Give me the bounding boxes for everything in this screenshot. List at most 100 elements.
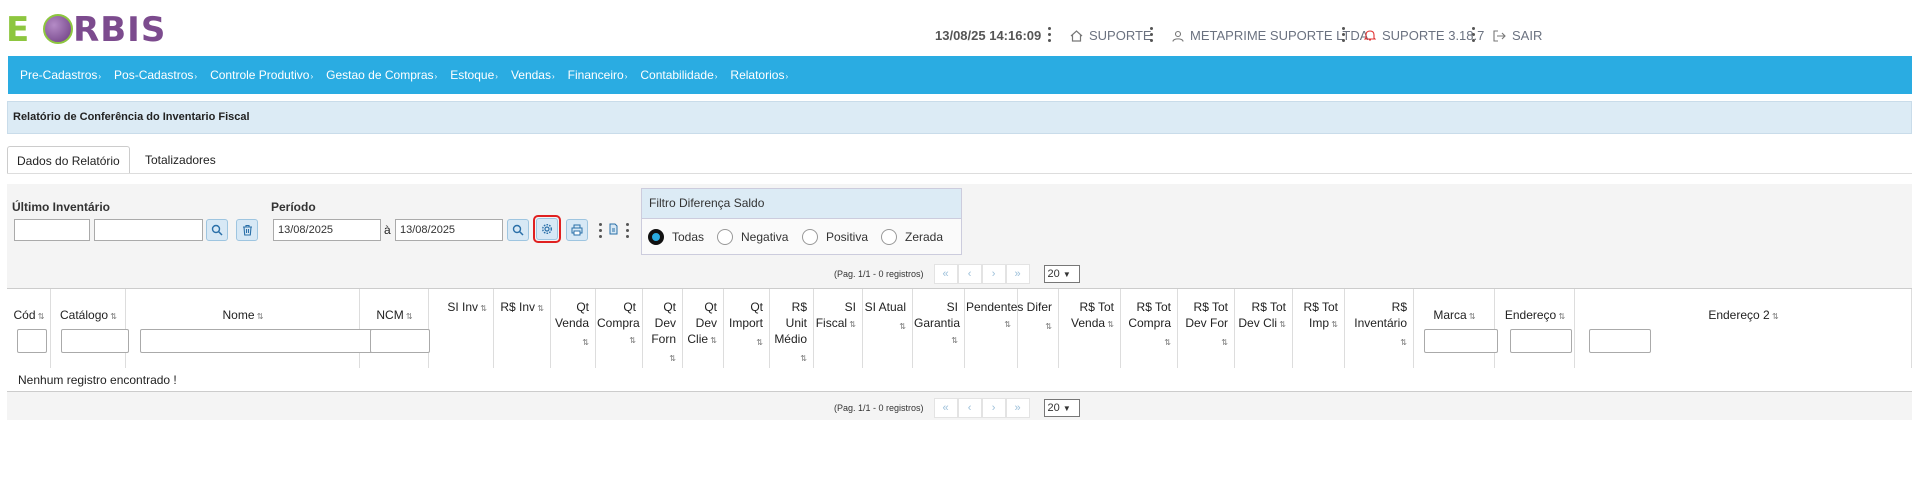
column-header[interactable]: R$ Unit Médio ⇅ bbox=[770, 289, 814, 369]
kebab-menu-icon[interactable] bbox=[599, 222, 603, 238]
sort-icon[interactable]: ⇅ bbox=[847, 320, 856, 329]
last-page-button[interactable]: » bbox=[1005, 264, 1030, 284]
date-from-input[interactable]: 13/08/2025 bbox=[273, 219, 381, 241]
sort-icon[interactable]: ⇅ bbox=[478, 304, 487, 313]
column-header[interactable]: Endereço ⇅ bbox=[1495, 289, 1575, 369]
column-header[interactable]: Cód ⇅ bbox=[7, 289, 51, 369]
radio-negativa[interactable]: Negativa bbox=[717, 229, 788, 245]
menu-item[interactable]: Financeiro› bbox=[568, 68, 628, 82]
kebab-menu-icon[interactable] bbox=[1048, 26, 1052, 42]
column-header[interactable]: Marca ⇅ bbox=[1414, 289, 1498, 369]
prev-page-button[interactable]: ‹ bbox=[957, 398, 982, 418]
sort-icon[interactable]: ⇅ bbox=[535, 304, 544, 313]
logout-link[interactable]: SAIR bbox=[1493, 28, 1542, 43]
kebab-menu-icon[interactable] bbox=[1472, 26, 1476, 42]
sort-icon[interactable]: ⇅ bbox=[669, 354, 676, 363]
column-header[interactable]: Qt Import ⇅ bbox=[724, 289, 770, 369]
sort-icon[interactable]: ⇅ bbox=[1770, 312, 1779, 321]
sort-icon[interactable]: ⇅ bbox=[951, 336, 958, 345]
column-header[interactable]: NCM ⇅ bbox=[360, 289, 430, 369]
column-header[interactable]: R$ Tot Imp ⇅ bbox=[1293, 289, 1345, 369]
column-header[interactable]: Catálogo ⇅ bbox=[51, 289, 129, 369]
column-filter-input[interactable] bbox=[1510, 329, 1572, 353]
radio-positiva[interactable]: Positiva bbox=[802, 229, 868, 245]
radio-zerada[interactable]: Zerada bbox=[881, 229, 943, 245]
column-filter-input[interactable] bbox=[1424, 329, 1498, 353]
column-header[interactable]: Pendentes ⇅ bbox=[965, 289, 1023, 369]
date-to-input[interactable]: 13/08/2025 bbox=[395, 219, 503, 241]
sort-icon[interactable]: ⇅ bbox=[708, 336, 717, 345]
support-link[interactable]: SUPORTE bbox=[1070, 28, 1152, 43]
column-header[interactable]: R$ Inventário ⇅ bbox=[1345, 289, 1414, 369]
menu-item[interactable]: Contabilidade› bbox=[640, 68, 717, 82]
sort-icon[interactable]: ⇅ bbox=[1164, 338, 1171, 347]
menu-item[interactable]: Vendas› bbox=[511, 68, 555, 82]
column-header[interactable]: Qt Venda ⇅ bbox=[551, 289, 596, 369]
kebab-menu-icon[interactable] bbox=[1150, 26, 1154, 42]
tab-totalizadores[interactable]: Totalizadores bbox=[136, 146, 225, 174]
last-page-button[interactable]: » bbox=[1005, 398, 1030, 418]
column-header[interactable]: Endereço 2 ⇅ bbox=[1575, 289, 1912, 369]
kebab-menu-icon[interactable] bbox=[1342, 26, 1346, 42]
column-filter-input[interactable] bbox=[1589, 329, 1651, 353]
first-page-button[interactable]: « bbox=[933, 264, 958, 284]
kebab-menu-icon[interactable] bbox=[626, 222, 630, 238]
sort-icon[interactable]: ⇅ bbox=[1045, 322, 1052, 331]
column-header[interactable]: Difer ⇅ bbox=[1018, 289, 1059, 369]
sort-icon[interactable]: ⇅ bbox=[1467, 312, 1476, 321]
sort-icon[interactable]: ⇅ bbox=[1329, 320, 1338, 329]
menu-item[interactable]: Gestao de Compras› bbox=[326, 68, 437, 82]
search-button[interactable] bbox=[507, 219, 529, 241]
sort-icon[interactable]: ⇅ bbox=[255, 312, 264, 321]
first-page-button[interactable]: « bbox=[933, 398, 958, 418]
column-header[interactable]: SI Inv ⇅ bbox=[429, 289, 494, 369]
sort-icon[interactable]: ⇅ bbox=[800, 354, 807, 363]
menu-item[interactable]: Pre-Cadastros› bbox=[20, 68, 101, 82]
search-inventario-button[interactable] bbox=[206, 219, 228, 241]
prev-page-button[interactable]: ‹ bbox=[957, 264, 982, 284]
menu-item[interactable]: Controle Produtivo› bbox=[210, 68, 313, 82]
column-header[interactable]: SI Atual ⇅ bbox=[863, 289, 913, 369]
menu-item[interactable]: Pos-Cadastros› bbox=[114, 68, 197, 82]
column-header[interactable]: R$ Tot Dev For ⇅ bbox=[1178, 289, 1235, 369]
sort-icon[interactable]: ⇅ bbox=[756, 338, 763, 347]
sort-icon[interactable]: ⇅ bbox=[1277, 320, 1286, 329]
sort-icon[interactable]: ⇅ bbox=[108, 312, 117, 321]
sort-icon[interactable]: ⇅ bbox=[1004, 320, 1011, 329]
company-link[interactable]: METAPRIME SUPORTE LTDA bbox=[1172, 28, 1368, 43]
sort-icon[interactable]: ⇅ bbox=[1556, 312, 1565, 321]
column-filter-input[interactable] bbox=[370, 329, 430, 353]
sort-icon[interactable]: ⇅ bbox=[899, 322, 906, 331]
column-header[interactable]: Qt Compra ⇅ bbox=[596, 289, 643, 369]
menu-item[interactable]: Relatorios› bbox=[730, 68, 788, 82]
sort-icon[interactable]: ⇅ bbox=[1400, 338, 1407, 347]
sort-icon[interactable]: ⇅ bbox=[404, 312, 413, 321]
sort-icon[interactable]: ⇅ bbox=[36, 312, 45, 321]
column-filter-input[interactable] bbox=[17, 329, 47, 353]
column-header[interactable]: Qt Dev Clie ⇅ bbox=[683, 289, 724, 369]
clear-inventario-button[interactable] bbox=[236, 219, 258, 241]
radio-todas[interactable]: Todas bbox=[648, 229, 704, 245]
sort-icon[interactable]: ⇅ bbox=[582, 338, 589, 347]
next-page-button[interactable]: › bbox=[981, 398, 1006, 418]
column-header[interactable]: R$ Tot Compra ⇅ bbox=[1121, 289, 1178, 369]
page-size-select[interactable]: 20 ▼ bbox=[1043, 399, 1080, 417]
column-header[interactable]: Nome ⇅ bbox=[126, 289, 400, 369]
export-file-icon[interactable] bbox=[609, 222, 618, 240]
inventario-desc-input[interactable] bbox=[94, 219, 203, 241]
column-header[interactable]: R$ Inv ⇅ bbox=[494, 289, 551, 369]
inventario-code-input[interactable] bbox=[14, 219, 90, 241]
column-header[interactable]: SI Fiscal ⇅ bbox=[814, 289, 863, 369]
menu-item[interactable]: Estoque› bbox=[450, 68, 498, 82]
column-filter-input[interactable] bbox=[61, 329, 129, 353]
print-button[interactable] bbox=[566, 219, 588, 241]
next-page-button[interactable]: › bbox=[981, 264, 1006, 284]
version-link[interactable]: SUPORTE 3.18.7 bbox=[1364, 28, 1484, 43]
column-header[interactable]: SI Garantia ⇅ bbox=[913, 289, 965, 369]
sort-icon[interactable]: ⇅ bbox=[1105, 320, 1114, 329]
tab-dados-relatorio[interactable]: Dados do Relatório bbox=[7, 146, 130, 174]
sort-icon[interactable]: ⇅ bbox=[1221, 338, 1228, 347]
column-header[interactable]: Qt Dev Forn ⇅ bbox=[643, 289, 683, 369]
column-header[interactable]: R$ Tot Dev Cli ⇅ bbox=[1235, 289, 1293, 369]
page-size-select[interactable]: 20 ▼ bbox=[1043, 265, 1080, 283]
